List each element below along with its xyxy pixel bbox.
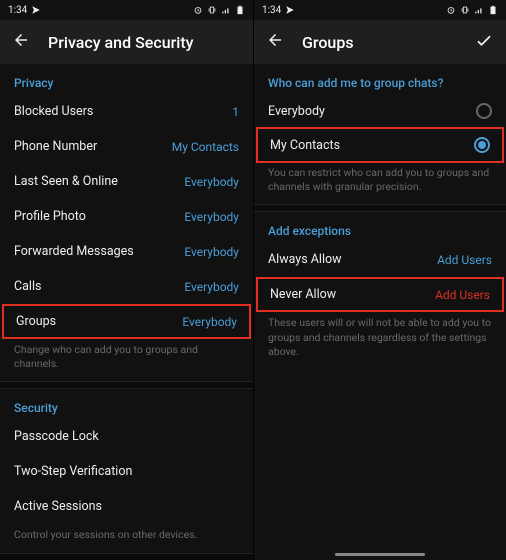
row-calls[interactable]: Calls Everybody [0,269,253,304]
status-time: 1:34 [8,5,27,16]
check-icon[interactable] [474,30,494,54]
row-label: Never Allow [270,287,336,302]
row-two-step[interactable]: Two-Step Verification [0,454,253,489]
page-title: Groups [302,33,456,52]
divider [0,553,253,560]
option-everybody[interactable]: Everybody [254,94,506,128]
radio-icon [474,137,490,153]
back-icon[interactable] [12,31,30,53]
question-header: Who can add me to group chats? [254,64,506,94]
option-label: Everybody [268,104,325,119]
section-header-exceptions: Add exceptions [254,212,506,242]
row-never-allow[interactable]: Never Allow Add Users [256,277,504,312]
row-blocked-users[interactable]: Blocked Users 1 [0,94,253,129]
row-value: Everybody [182,315,237,329]
row-value: Everybody [184,245,239,259]
radio-icon [476,103,492,119]
row-label: Blocked Users [14,104,93,119]
divider [0,381,253,389]
row-label: Two-Step Verification [14,464,132,479]
row-forwarded-messages[interactable]: Forwarded Messages Everybody [0,234,253,269]
row-value: 1 [232,105,239,119]
vibrate-icon [207,5,217,15]
battery-icon [235,5,245,15]
row-value: Everybody [184,280,239,294]
row-label: Profile Photo [14,209,86,224]
row-label: Groups [16,314,56,329]
exceptions-hint: These users will or will not be able to … [254,312,506,369]
content: Privacy Blocked Users 1 Phone Number My … [0,64,253,560]
row-label: Forwarded Messages [14,244,134,259]
page-title: Privacy and Security [48,33,241,52]
row-value: Everybody [184,175,239,189]
option-label: My Contacts [270,138,340,153]
row-label: Calls [14,279,41,294]
header: Groups [254,20,506,64]
battery-icon [488,5,498,15]
location-icon [285,5,295,15]
content: Who can add me to group chats? Everybody… [254,64,506,560]
row-phone-number[interactable]: Phone Number My Contacts [0,129,253,164]
status-bar: 1:34 [0,0,253,20]
alarm-icon [446,5,456,15]
row-label: Active Sessions [14,499,102,514]
row-label: Last Seen & Online [14,174,118,189]
nav-handle[interactable] [335,553,425,556]
row-label: Always Allow [268,252,342,267]
row-groups[interactable]: Groups Everybody [2,304,251,339]
alarm-icon [193,5,203,15]
vibrate-icon [460,5,470,15]
row-value: My Contacts [172,140,239,154]
divider [254,204,506,212]
header: Privacy and Security [0,20,253,64]
status-time: 1:34 [262,5,281,16]
signal-icon [221,5,231,15]
row-value: Add Users [437,253,492,267]
screen-groups: 1:34 Groups Who can add me to group chat… [253,0,506,560]
location-icon [31,5,41,15]
row-value: Add Users [435,288,490,302]
option-my-contacts[interactable]: My Contacts [256,127,504,163]
section-header-privacy: Privacy [0,64,253,94]
row-label: Phone Number [14,139,97,154]
screen-privacy-security: 1:34 Privacy and Security Privacy Blocke… [0,0,253,560]
row-last-seen[interactable]: Last Seen & Online Everybody [0,164,253,199]
row-always-allow[interactable]: Always Allow Add Users [254,242,506,277]
row-passcode-lock[interactable]: Passcode Lock [0,419,253,454]
section-header-security: Security [0,389,253,419]
row-value: Everybody [184,210,239,224]
options-hint: You can restrict who can add you to grou… [254,162,506,204]
security-hint: Control your sessions on other devices. [0,524,253,552]
back-icon[interactable] [266,31,284,53]
row-active-sessions[interactable]: Active Sessions [0,489,253,524]
row-label: Passcode Lock [14,429,99,444]
privacy-hint: Change who can add you to groups and cha… [0,339,253,381]
status-bar: 1:34 [254,0,506,20]
signal-icon [474,5,484,15]
row-profile-photo[interactable]: Profile Photo Everybody [0,199,253,234]
